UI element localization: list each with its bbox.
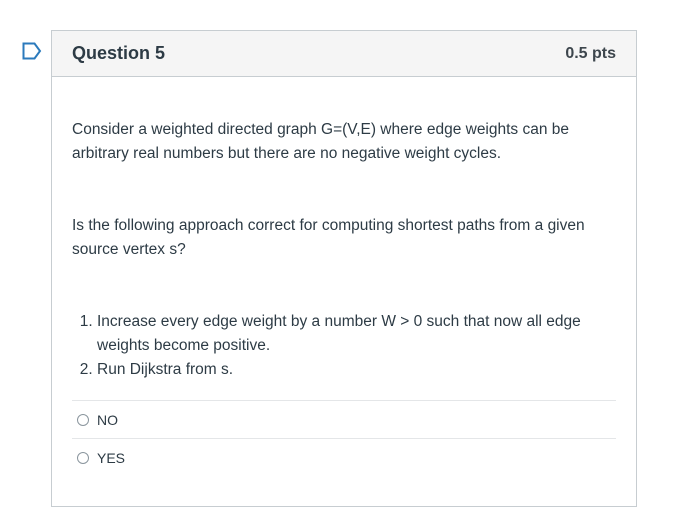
question-points: 0.5 pts [565, 44, 616, 62]
question-card: Question 5 0.5 pts Consider a weighted d… [51, 30, 637, 507]
radio-button-no[interactable] [77, 413, 89, 426]
flag-question-icon[interactable] [22, 42, 42, 60]
answer-options: NO YES [72, 400, 616, 476]
answer-option-no[interactable]: NO [72, 401, 616, 439]
answer-label: YES [97, 449, 126, 466]
answer-label: NO [97, 411, 118, 428]
question-body: Consider a weighted directed graph G=(V,… [52, 118, 636, 476]
radio-button-yes[interactable] [77, 451, 89, 464]
question-title: Question 5 [72, 43, 166, 63]
approach-step: Run Dijkstra from s. [97, 358, 616, 382]
approach-step: Increase every edge weight by a number W… [97, 310, 616, 358]
question-prompt-paragraph: Is the following approach correct for co… [72, 217, 585, 258]
question-header: Question 5 0.5 pts [52, 31, 636, 77]
answer-option-yes[interactable]: YES [72, 439, 616, 476]
question-text-paragraph: Consider a weighted directed graph G=(V,… [72, 121, 570, 162]
approach-steps-list: Increase every edge weight by a number W… [72, 310, 616, 382]
